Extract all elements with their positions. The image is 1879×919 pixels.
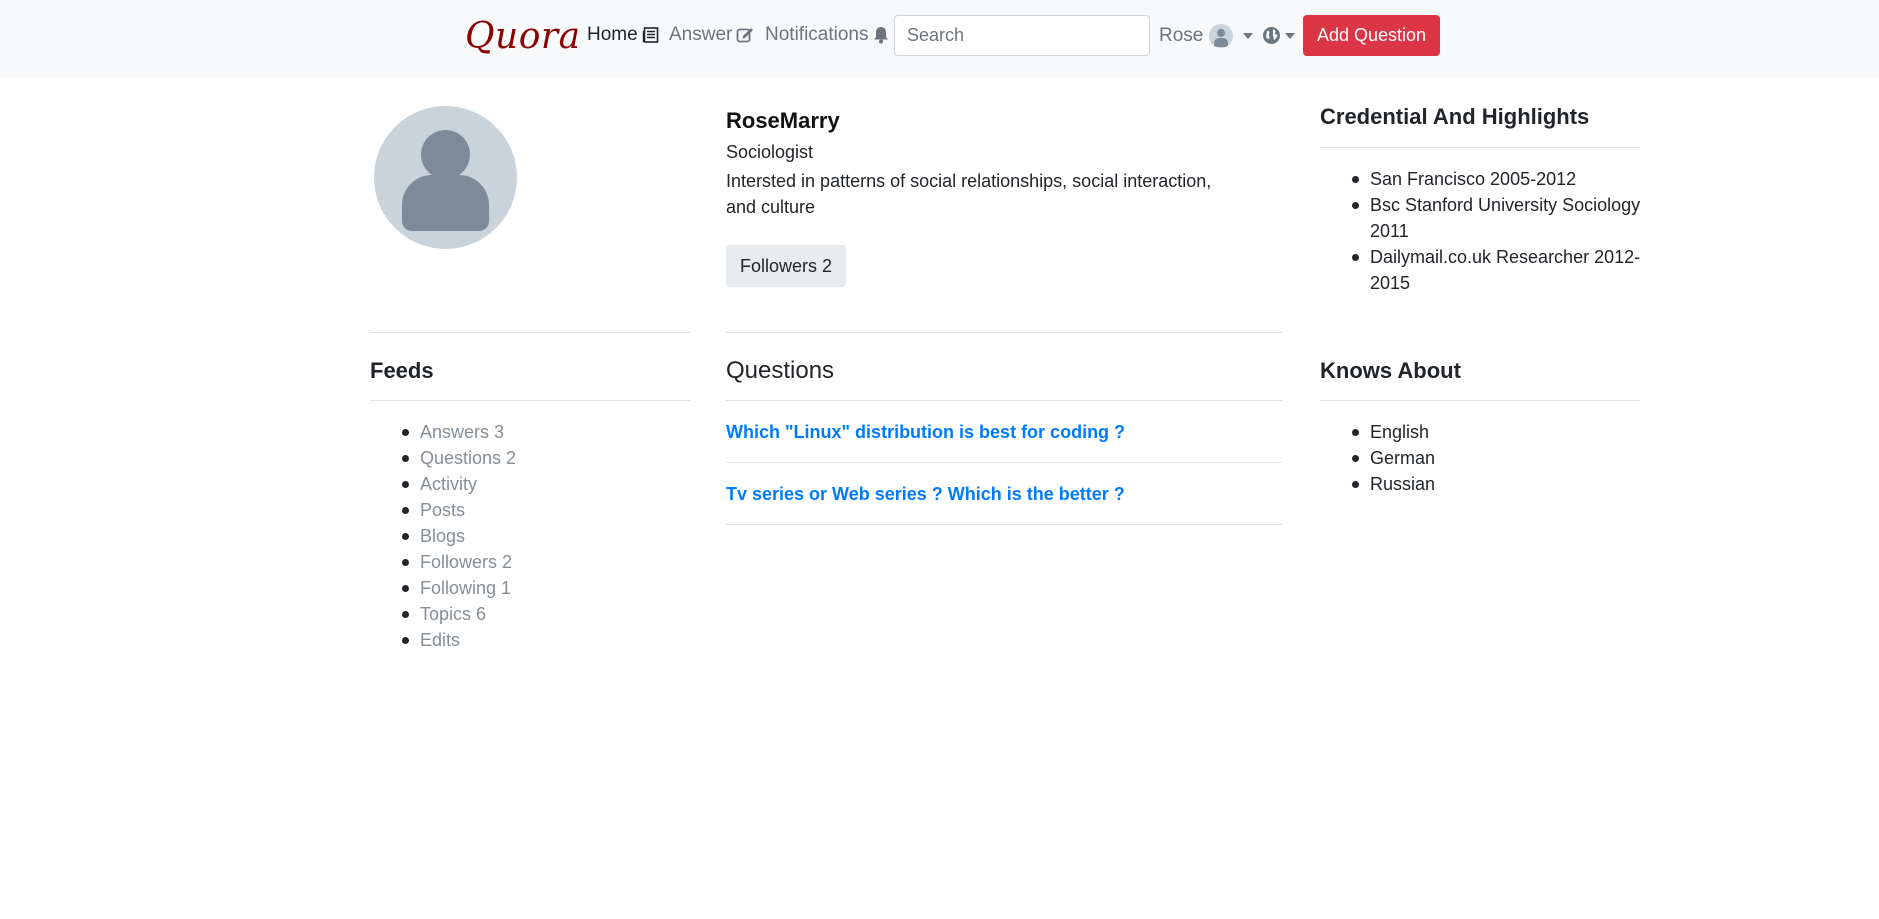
feeds-title: Feeds: [370, 358, 434, 383]
feed-link-posts[interactable]: Posts: [420, 500, 465, 520]
user-name: Rose: [1159, 25, 1204, 46]
followers-button[interactable]: Followers 2: [726, 245, 847, 287]
profile-title: Sociologist: [726, 142, 814, 162]
profile-avatar: [374, 106, 517, 249]
list-item: English: [1352, 419, 1435, 445]
list-item: Edits: [402, 627, 516, 653]
divider: [726, 400, 1282, 401]
list-item: San Francisco 2005-2012: [1352, 166, 1642, 192]
user-avatar: [1209, 24, 1234, 48]
list-item: Following 1: [402, 575, 516, 601]
knows-about-title: Knows About: [1320, 358, 1461, 383]
newspaper-icon: [642, 26, 660, 44]
language-menu[interactable]: [1262, 26, 1295, 45]
brand-logo[interactable]: Quora: [465, 16, 581, 57]
nav-home[interactable]: Home: [587, 24, 660, 46]
search-input[interactable]: [894, 15, 1150, 56]
divider: [726, 524, 1282, 525]
divider: [370, 400, 690, 401]
bell-icon: [873, 26, 889, 44]
feed-link-topics[interactable]: Topics 6: [420, 604, 486, 624]
chevron-down-icon: [1285, 32, 1295, 39]
question-link[interactable]: Tv series or Web series ? Which is the b…: [726, 484, 1125, 505]
navbar: Quora Home Answer Notifications Rose Add…: [0, 0, 1879, 78]
user-menu[interactable]: Rose: [1159, 24, 1254, 48]
nav-notifications[interactable]: Notifications: [765, 24, 889, 46]
add-question-button[interactable]: Add Question: [1303, 15, 1441, 56]
list-item: Questions 2: [402, 445, 516, 471]
nav-answer-label: Answer: [669, 24, 733, 45]
divider: [726, 332, 1282, 333]
feed-link-activity[interactable]: Activity: [420, 474, 477, 494]
list-item: Followers 2: [402, 549, 516, 575]
divider: [1320, 400, 1640, 401]
list-item: Bsc Stanford University Sociology 2011: [1352, 192, 1642, 244]
questions-title: Questions: [726, 357, 835, 384]
profile-name: RoseMarry: [726, 108, 840, 133]
credentials-list: San Francisco 2005-2012 Bsc Stanford Uni…: [1352, 166, 1642, 296]
nav-notifications-label: Notifications: [765, 24, 869, 45]
feed-link-following[interactable]: Following 1: [420, 578, 511, 598]
credentials-title: Credential And Highlights: [1320, 104, 1590, 129]
edit-icon: [736, 26, 754, 44]
feed-link-edits[interactable]: Edits: [420, 630, 460, 650]
list-item: Posts: [402, 497, 516, 523]
question-link[interactable]: Which "Linux" distribution is best for c…: [726, 422, 1125, 443]
globe-icon: [1262, 26, 1281, 45]
list-item: Russian: [1352, 471, 1435, 497]
nav-home-label: Home: [587, 24, 638, 45]
knows-about-list: English German Russian: [1352, 419, 1435, 497]
chevron-down-icon: [1243, 33, 1254, 39]
divider: [1320, 147, 1640, 148]
list-item: Activity: [402, 471, 516, 497]
feed-link-questions[interactable]: Questions 2: [420, 448, 516, 468]
divider: [726, 462, 1282, 463]
feed-link-answers[interactable]: Answers 3: [420, 422, 504, 442]
profile-bio: Intersted in patterns of social relation…: [726, 171, 1212, 217]
list-item: Dailymail.co.uk Researcher 2012-2015: [1352, 244, 1642, 296]
list-item: German: [1352, 445, 1435, 471]
feeds-list: Answers 3 Questions 2 Activity Posts Blo…: [402, 419, 516, 653]
list-item: Answers 3: [402, 419, 516, 445]
feed-link-followers[interactable]: Followers 2: [420, 552, 512, 572]
nav-answer[interactable]: Answer: [669, 24, 754, 46]
feed-link-blogs[interactable]: Blogs: [420, 526, 465, 546]
list-item: Topics 6: [402, 601, 516, 627]
divider: [370, 332, 690, 333]
list-item: Blogs: [402, 523, 516, 549]
